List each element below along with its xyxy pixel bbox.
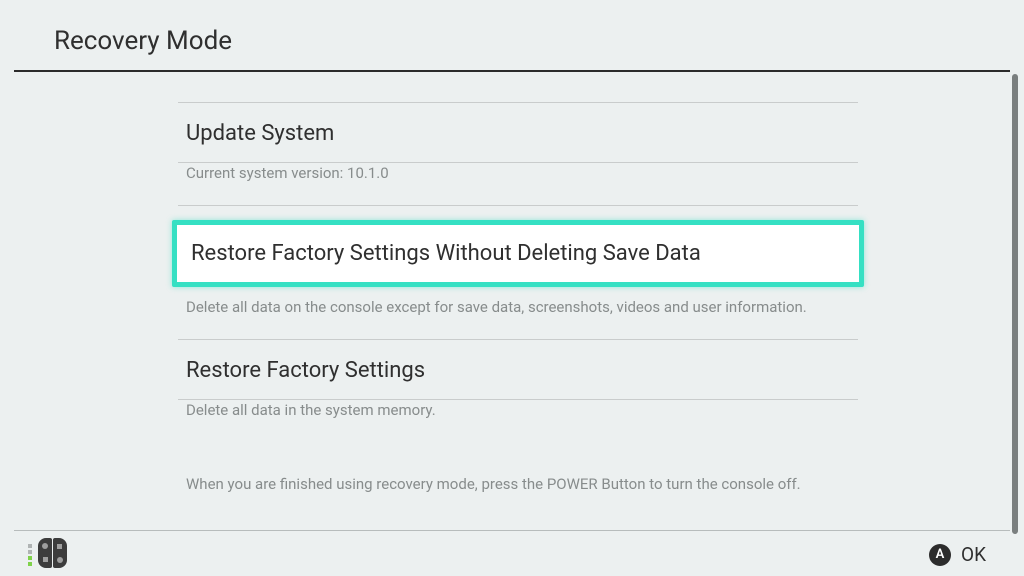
option-title: Restore Factory Settings Without Deletin… [191, 241, 845, 266]
option-title: Update System [178, 103, 858, 162]
ok-label: OK [961, 543, 986, 566]
option-description: Delete all data on the console except fo… [178, 297, 858, 339]
ok-hint[interactable]: A OK [929, 543, 986, 566]
page-title: Recovery Mode [54, 26, 1024, 56]
battery-bars-icon [28, 544, 32, 566]
header-divider [14, 70, 1010, 72]
finish-note: When you are finished using recovery mod… [178, 441, 858, 493]
option-restore-keep-save[interactable]: Restore Factory Settings Without Deletin… [172, 220, 864, 287]
footer: A OK [0, 530, 1024, 576]
option-description: Delete all data in the system memory. [178, 400, 858, 442]
divider [178, 205, 858, 206]
controller-icon [28, 538, 67, 568]
header: Recovery Mode [0, 0, 1024, 70]
option-update-system[interactable]: Update System [178, 103, 858, 162]
a-button-icon: A [929, 544, 951, 566]
option-restore-factory[interactable]: Restore Factory Settings [178, 340, 858, 399]
footer-divider [14, 530, 1010, 531]
option-description: Current system version: 10.1.0 [178, 163, 858, 205]
option-title: Restore Factory Settings [178, 340, 858, 399]
joycon-icon [38, 538, 67, 568]
options-list: Update System Current system version: 10… [178, 102, 858, 493]
scrollbar[interactable] [1012, 74, 1018, 534]
